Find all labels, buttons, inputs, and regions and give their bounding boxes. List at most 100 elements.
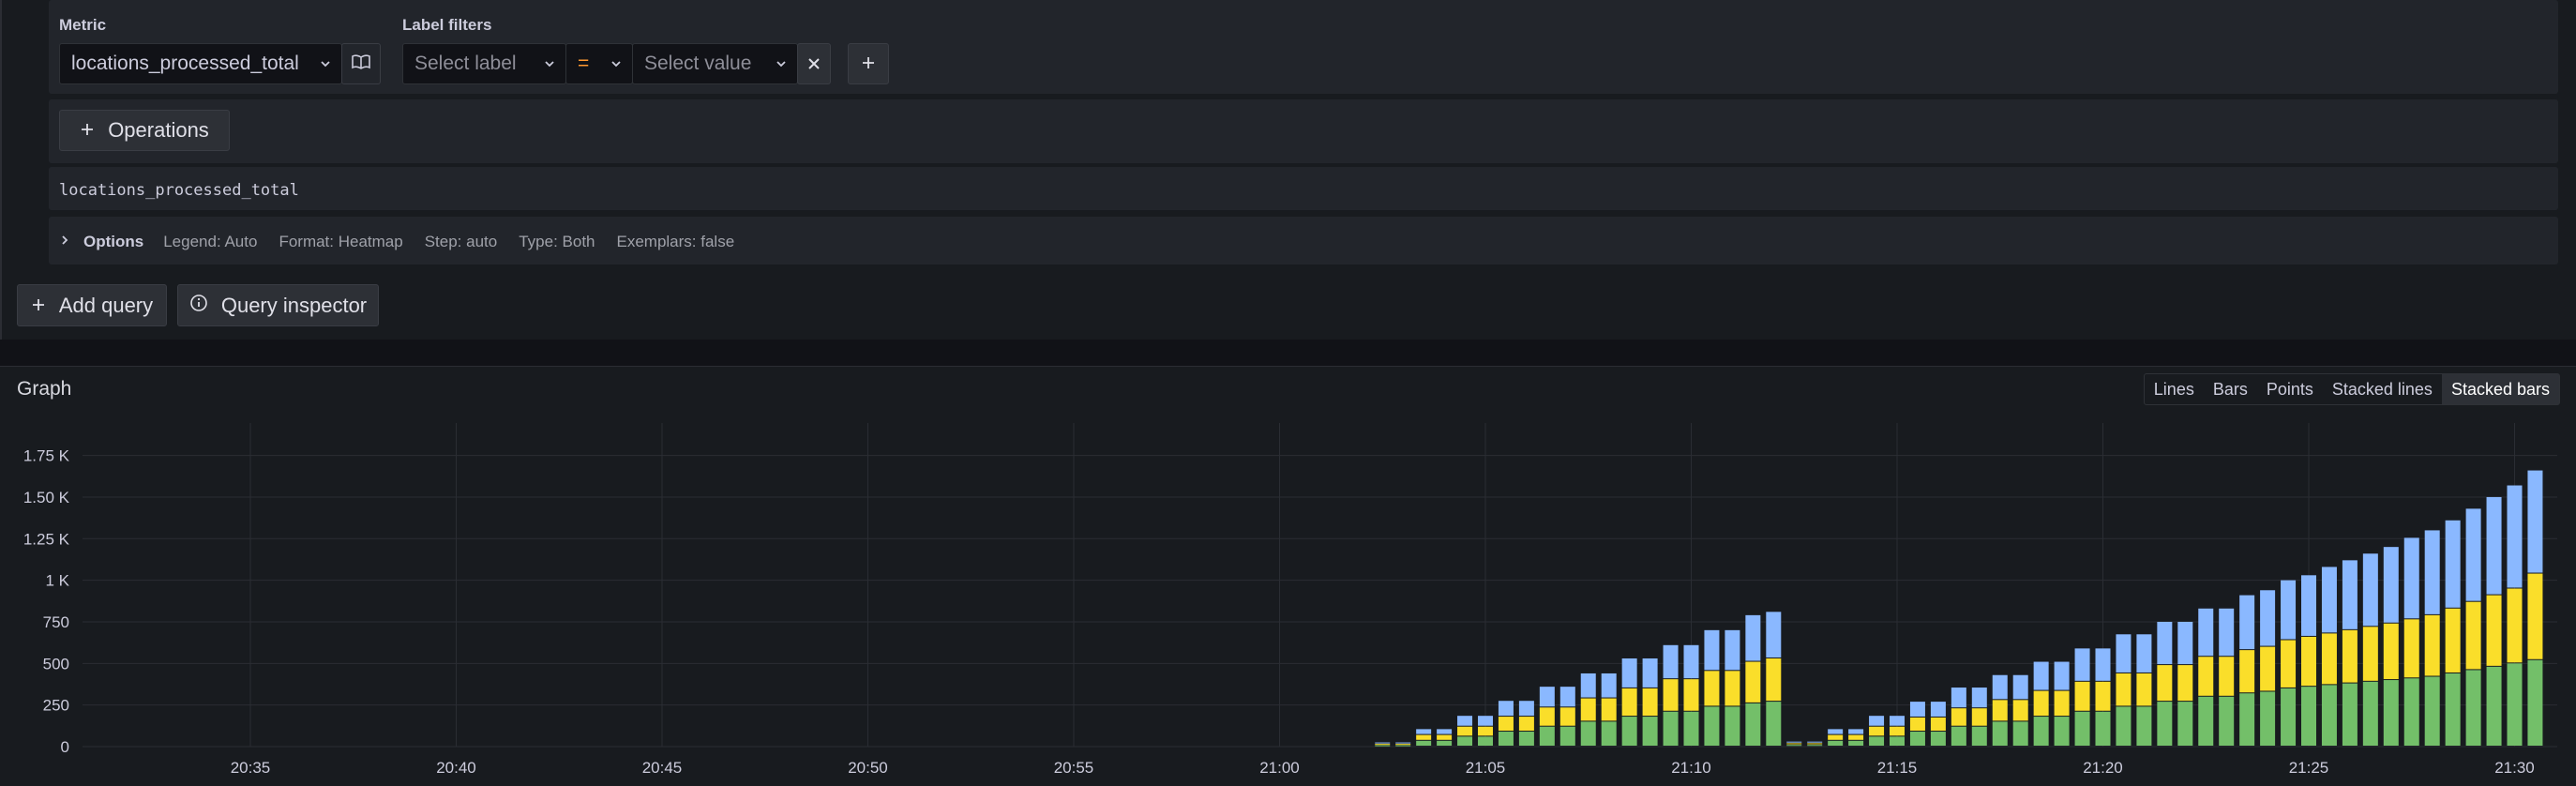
bar-segment-green (1642, 717, 1658, 746)
options-exemplars: Exemplars: false (616, 233, 735, 250)
bar-segment-green (2321, 685, 2337, 746)
bar-segment-yellow (1951, 708, 1966, 726)
bar-segment-yellow (2116, 673, 2132, 706)
x-tick-label: 21:05 (1466, 759, 1506, 777)
bar-segment-blue (1807, 741, 1823, 743)
chevron-down-icon (534, 57, 565, 70)
chevron-down-icon (309, 57, 341, 70)
bar-segment-blue (1725, 629, 1740, 671)
bar-segment-blue (2342, 560, 2358, 629)
bar-segment-yellow (2383, 623, 2399, 680)
bar-segment-blue (2012, 674, 2028, 700)
add-query-label: Add query (58, 293, 154, 317)
bar-segment-green (1395, 745, 1411, 747)
operations-button[interactable]: Operations (59, 110, 230, 151)
bar-segment-blue (2116, 634, 2132, 673)
bar-segment-yellow (1580, 698, 1596, 721)
bar-segment-blue (1498, 701, 1514, 717)
bar-segment-blue (1971, 688, 1987, 708)
chevron-down-icon (600, 57, 632, 70)
bar-segment-blue (1457, 716, 1473, 726)
bar-segment-green (2445, 673, 2461, 746)
bar-segment-green (1559, 726, 1575, 746)
metric-select-value: locations_processed_total (71, 53, 299, 74)
bar-segment-green (2074, 711, 2090, 746)
metric-select[interactable]: locations_processed_total (59, 43, 342, 84)
value-select[interactable]: Select value (632, 43, 798, 84)
options-summary[interactable]: Options Legend: Auto Format: Heatmap Ste… (59, 231, 756, 253)
panel-left-border (0, 0, 2, 340)
graph-panel: Graph Lines Bars Points Stacked lines Stacke… (0, 366, 2576, 786)
bar-segment-blue (1766, 612, 1782, 658)
x-tick-label: 21:25 (2289, 759, 2329, 777)
bar-segment-blue (1416, 729, 1432, 734)
x-tick-label: 21:10 (1671, 759, 1711, 777)
bar-segment-green (1601, 721, 1617, 746)
bar-segment-yellow (2157, 665, 2173, 702)
label-filters-label: Label filters (402, 16, 492, 34)
bar-segment-yellow (1498, 717, 1514, 732)
bar-segment-yellow (1890, 726, 1905, 736)
bar-segment-yellow (1766, 658, 1782, 702)
bar-segment-yellow (2342, 629, 2358, 683)
remove-filter-button[interactable] (797, 43, 831, 84)
bar-segment-blue (1621, 658, 1637, 688)
bar-segment-blue (1930, 702, 1946, 717)
y-axis: 0 250 500 750 1 K 1.25 K 1.50 K 1.75 K (23, 447, 70, 756)
metric-explorer-button[interactable] (341, 43, 381, 84)
bar-segment-yellow (2507, 588, 2523, 663)
query-inspector-button[interactable]: Query inspector (177, 284, 379, 326)
x-tick-label: 20:35 (231, 759, 271, 777)
bar-segment-green (1930, 732, 1946, 746)
bar-segment-blue (2383, 547, 2399, 623)
options-legend: Legend: Auto (163, 233, 258, 250)
label-select[interactable]: Select label (402, 43, 566, 84)
bar-segment-yellow (1478, 726, 1493, 736)
bar-segment-yellow (1663, 679, 1679, 711)
bar-segment-blue (2239, 595, 2255, 650)
operator-select[interactable]: = (565, 43, 633, 84)
options-format: Format: Heatmap (279, 233, 403, 250)
bar-segment-yellow (2198, 657, 2214, 696)
raw-query-row (49, 167, 2558, 210)
y-tick-label: 1.75 K (23, 447, 70, 465)
bar-segment-green (2507, 663, 2523, 746)
bar-segment-yellow (2012, 700, 2028, 721)
bar-segment-green (2054, 717, 2070, 746)
bar-segment-yellow (2362, 627, 2378, 681)
bar-segment-blue (1909, 702, 1925, 717)
bar-segment-blue (1951, 688, 1966, 708)
bar-segment-yellow (1725, 671, 1740, 706)
y-tick-label: 1 K (45, 572, 69, 590)
bar-segment-yellow (2033, 690, 2049, 717)
query-editor-panel: Metric locations_processed_total Label f… (0, 0, 2576, 340)
bar-segment-blue (2095, 648, 2111, 681)
bar-segment-green (1375, 745, 1391, 747)
bar-segment-green (2424, 676, 2440, 746)
metric-label: Metric (59, 16, 107, 34)
bar-segment-blue (1869, 716, 1885, 726)
bar-segment-blue (2403, 537, 2419, 619)
bar-segment-blue (2177, 621, 2193, 665)
bar-segment-green (2239, 693, 2255, 746)
bar-segment-green (2260, 691, 2276, 746)
bar-segment-green (1807, 745, 1823, 747)
bar-segment-blue (2157, 621, 2173, 665)
bar-segment-yellow (2239, 650, 2255, 693)
info-circle-icon (189, 294, 208, 318)
bar-segment-blue (2424, 530, 2440, 614)
bar-segment-green (1971, 726, 1987, 746)
bar-segment-yellow (1518, 717, 1534, 732)
close-icon (807, 52, 821, 76)
bar-segment-green (1890, 736, 1905, 746)
bar-segment-blue (1539, 687, 1555, 707)
x-tick-label: 20:40 (436, 759, 476, 777)
bar-segment-green (2198, 696, 2214, 746)
add-query-button[interactable]: Add query (17, 284, 167, 326)
bar-segment-green (2177, 702, 2193, 746)
bar-segment-green (2465, 670, 2481, 746)
chart-bars (1375, 470, 2543, 747)
bar-segment-green (2012, 721, 2028, 746)
bar-segment-blue (1683, 644, 1699, 679)
add-filter-button[interactable] (848, 43, 889, 84)
